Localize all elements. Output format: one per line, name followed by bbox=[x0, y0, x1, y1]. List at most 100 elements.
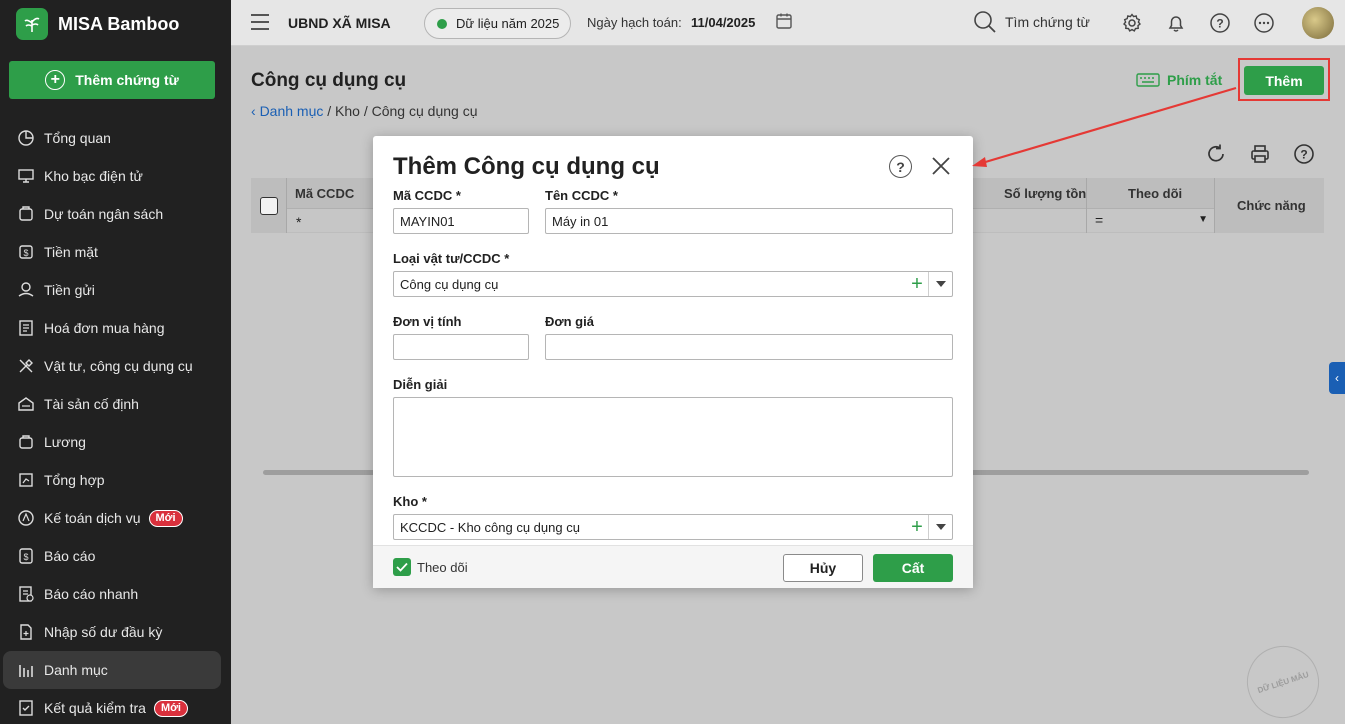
status-dot-icon bbox=[437, 18, 447, 29]
type-value: Công cụ dụng cụ bbox=[400, 276, 499, 292]
filter-operator[interactable]: * bbox=[296, 214, 301, 230]
dialog-help-icon[interactable]: ? bbox=[889, 155, 912, 178]
keyboard-shortcuts-button[interactable]: Phím tắt bbox=[1136, 72, 1222, 88]
sidebar-item-so-du-dau-ky[interactable]: Nhập số dư đầu kỳ bbox=[0, 613, 231, 651]
warehouse-combobox[interactable]: KCCDC - Kho công cụ dụng cụ + bbox=[393, 514, 953, 540]
type-label: Loại vật tư/CCDC * bbox=[393, 251, 510, 266]
select-all-checkbox[interactable] bbox=[260, 197, 278, 215]
sidebar-item-bao-cao-nhanh[interactable]: Báo cáo nhanh bbox=[0, 575, 231, 613]
search-voucher[interactable]: Tìm chứng từ bbox=[973, 10, 1090, 34]
add-type-icon[interactable]: + bbox=[906, 274, 928, 294]
svg-text:$: $ bbox=[23, 552, 28, 562]
sidebar-item-tien-gui[interactable]: Tiền gửi bbox=[0, 271, 231, 309]
refresh-icon[interactable] bbox=[1204, 142, 1228, 166]
calendar-icon[interactable] bbox=[775, 12, 793, 33]
shortcut-label: Phím tắt bbox=[1167, 72, 1223, 88]
salary-icon bbox=[16, 432, 36, 452]
breadcrumb: ‹ Danh mục / Kho / Công cụ dụng cụ bbox=[251, 103, 477, 119]
sidebar-item-label: Tổng hợp bbox=[44, 472, 105, 488]
sidebar-item-tien-mat[interactable]: $ Tiền mặt bbox=[0, 233, 231, 271]
sidebar-item-ket-qua-kiem-tra[interactable]: Kết quả kiểm tra Mới bbox=[0, 689, 231, 724]
help-icon[interactable]: ? bbox=[1208, 11, 1232, 35]
sidebar-item-label: Báo cáo bbox=[44, 548, 96, 564]
price-label: Đơn giá bbox=[545, 314, 594, 329]
column-header-ma-ccdc[interactable]: Mã CCDC bbox=[295, 186, 354, 201]
user-avatar[interactable] bbox=[1302, 7, 1334, 39]
type-combobox[interactable]: Công cụ dụng cụ + bbox=[393, 271, 953, 297]
add-button[interactable]: Thêm bbox=[1244, 66, 1324, 95]
track-label: Theo dõi bbox=[417, 559, 468, 575]
expand-panel-tab[interactable]: ‹ bbox=[1329, 362, 1345, 394]
sidebar-item-du-toan[interactable]: Dự toán ngân sách bbox=[0, 195, 231, 233]
data-year-selector[interactable]: Dữ liệu năm 2025 bbox=[424, 8, 571, 39]
new-badge: Mới bbox=[153, 699, 188, 717]
code-label: Mã CCDC * bbox=[393, 188, 461, 203]
unit-input[interactable] bbox=[393, 334, 529, 360]
description-label: Diễn giải bbox=[393, 377, 448, 392]
report-icon: $ bbox=[16, 546, 36, 566]
breadcrumb-rest: / Kho / Công cụ dụng cụ bbox=[323, 103, 478, 119]
svg-text:?: ? bbox=[1300, 148, 1307, 162]
print-icon[interactable] bbox=[1248, 142, 1272, 166]
filter-operator[interactable]: = bbox=[1095, 212, 1103, 228]
close-icon[interactable] bbox=[930, 155, 952, 177]
save-button[interactable]: Cất bbox=[873, 554, 953, 582]
column-separator bbox=[1214, 178, 1215, 233]
check-result-icon bbox=[16, 698, 36, 718]
track-checkbox[interactable]: Theo dõi bbox=[393, 558, 468, 576]
invoice-icon bbox=[16, 318, 36, 338]
quick-report-icon bbox=[16, 584, 36, 604]
sidebar-item-bao-cao[interactable]: $ Báo cáo bbox=[0, 537, 231, 575]
sidebar-item-luong[interactable]: Lương bbox=[0, 423, 231, 461]
opening-balance-icon bbox=[16, 622, 36, 642]
breadcrumb-link-danh-muc[interactable]: Danh mục bbox=[260, 103, 324, 119]
sidebar-nav: Tổng quan Kho bạc điện tử Dự toán ngân s… bbox=[0, 119, 231, 724]
sidebar-item-hoa-don[interactable]: Hoá đơn mua hàng bbox=[0, 309, 231, 347]
sidebar-item-label: Kết quả kiểm tra bbox=[44, 700, 146, 716]
sidebar-item-ke-toan-dich-vu[interactable]: Kế toán dịch vụ Mới bbox=[0, 499, 231, 537]
pie-chart-icon bbox=[16, 128, 36, 148]
chevron-down-icon[interactable]: ▼ bbox=[1198, 214, 1208, 225]
keyboard-icon bbox=[1136, 73, 1160, 87]
monitor-icon bbox=[16, 166, 36, 186]
sidebar-item-kho-bac[interactable]: Kho bạc điện tử bbox=[0, 157, 231, 195]
column-header-so-luong-ton[interactable]: Số lượng tồn bbox=[1004, 186, 1086, 201]
help-circle-icon[interactable]: ? bbox=[1292, 142, 1316, 166]
price-input[interactable] bbox=[545, 334, 953, 360]
search-label: Tìm chứng từ bbox=[1005, 14, 1090, 30]
add-warehouse-icon[interactable]: + bbox=[906, 517, 928, 537]
chevron-down-icon[interactable] bbox=[928, 515, 952, 539]
brand[interactable]: MISA Bamboo bbox=[16, 8, 179, 40]
bamboo-logo-icon bbox=[16, 8, 48, 40]
sidebar-item-label: Dự toán ngân sách bbox=[44, 206, 164, 222]
description-textarea[interactable] bbox=[393, 397, 953, 477]
sidebar-item-label: Tài sản cố định bbox=[44, 396, 139, 412]
topbar: UBND XÃ MISA Dữ liệu năm 2025 Ngày hạch … bbox=[231, 0, 1345, 46]
breadcrumb-back-icon[interactable]: ‹ bbox=[251, 103, 260, 119]
filter-row: = ▼ bbox=[1087, 208, 1214, 232]
sidebar-item-tong-quan[interactable]: Tổng quan bbox=[0, 119, 231, 157]
sidebar-item-tong-hop[interactable]: Tổng hợp bbox=[0, 461, 231, 499]
sidebar-item-label: Vật tư, công cụ dụng cụ bbox=[44, 358, 193, 374]
column-header-chuc-nang: Chức năng bbox=[1237, 198, 1306, 213]
sidebar-item-label: Hoá đơn mua hàng bbox=[44, 320, 165, 336]
service-icon bbox=[16, 508, 36, 528]
cancel-button[interactable]: Hủy bbox=[783, 554, 863, 582]
summary-icon bbox=[16, 470, 36, 490]
code-input[interactable]: MAYIN01 bbox=[393, 208, 529, 234]
hamburger-menu-icon[interactable] bbox=[251, 14, 269, 30]
sidebar-item-vat-tu[interactable]: Vật tư, công cụ dụng cụ bbox=[0, 347, 231, 385]
sidebar-item-label: Báo cáo nhanh bbox=[44, 586, 139, 602]
more-options-icon[interactable] bbox=[1252, 11, 1276, 35]
bell-icon[interactable] bbox=[1164, 11, 1188, 35]
posting-date-value[interactable]: 11/04/2025 bbox=[691, 15, 755, 30]
add-voucher-button[interactable]: + Thêm chứng từ bbox=[9, 61, 215, 99]
sidebar-item-tai-san[interactable]: Tài sản cố định bbox=[0, 385, 231, 423]
sidebar-item-danh-muc[interactable]: Danh mục bbox=[3, 651, 221, 689]
chevron-down-icon[interactable] bbox=[928, 272, 952, 296]
name-input[interactable]: Máy in 01 bbox=[545, 208, 953, 234]
filter-row bbox=[973, 208, 1087, 232]
settings-gear-icon[interactable] bbox=[1120, 11, 1144, 35]
column-header-theo-doi[interactable]: Theo dõi bbox=[1128, 186, 1182, 201]
add-tool-dialog: Thêm Công cụ dụng cụ ? Mã CCDC * MAYIN01… bbox=[373, 136, 973, 588]
